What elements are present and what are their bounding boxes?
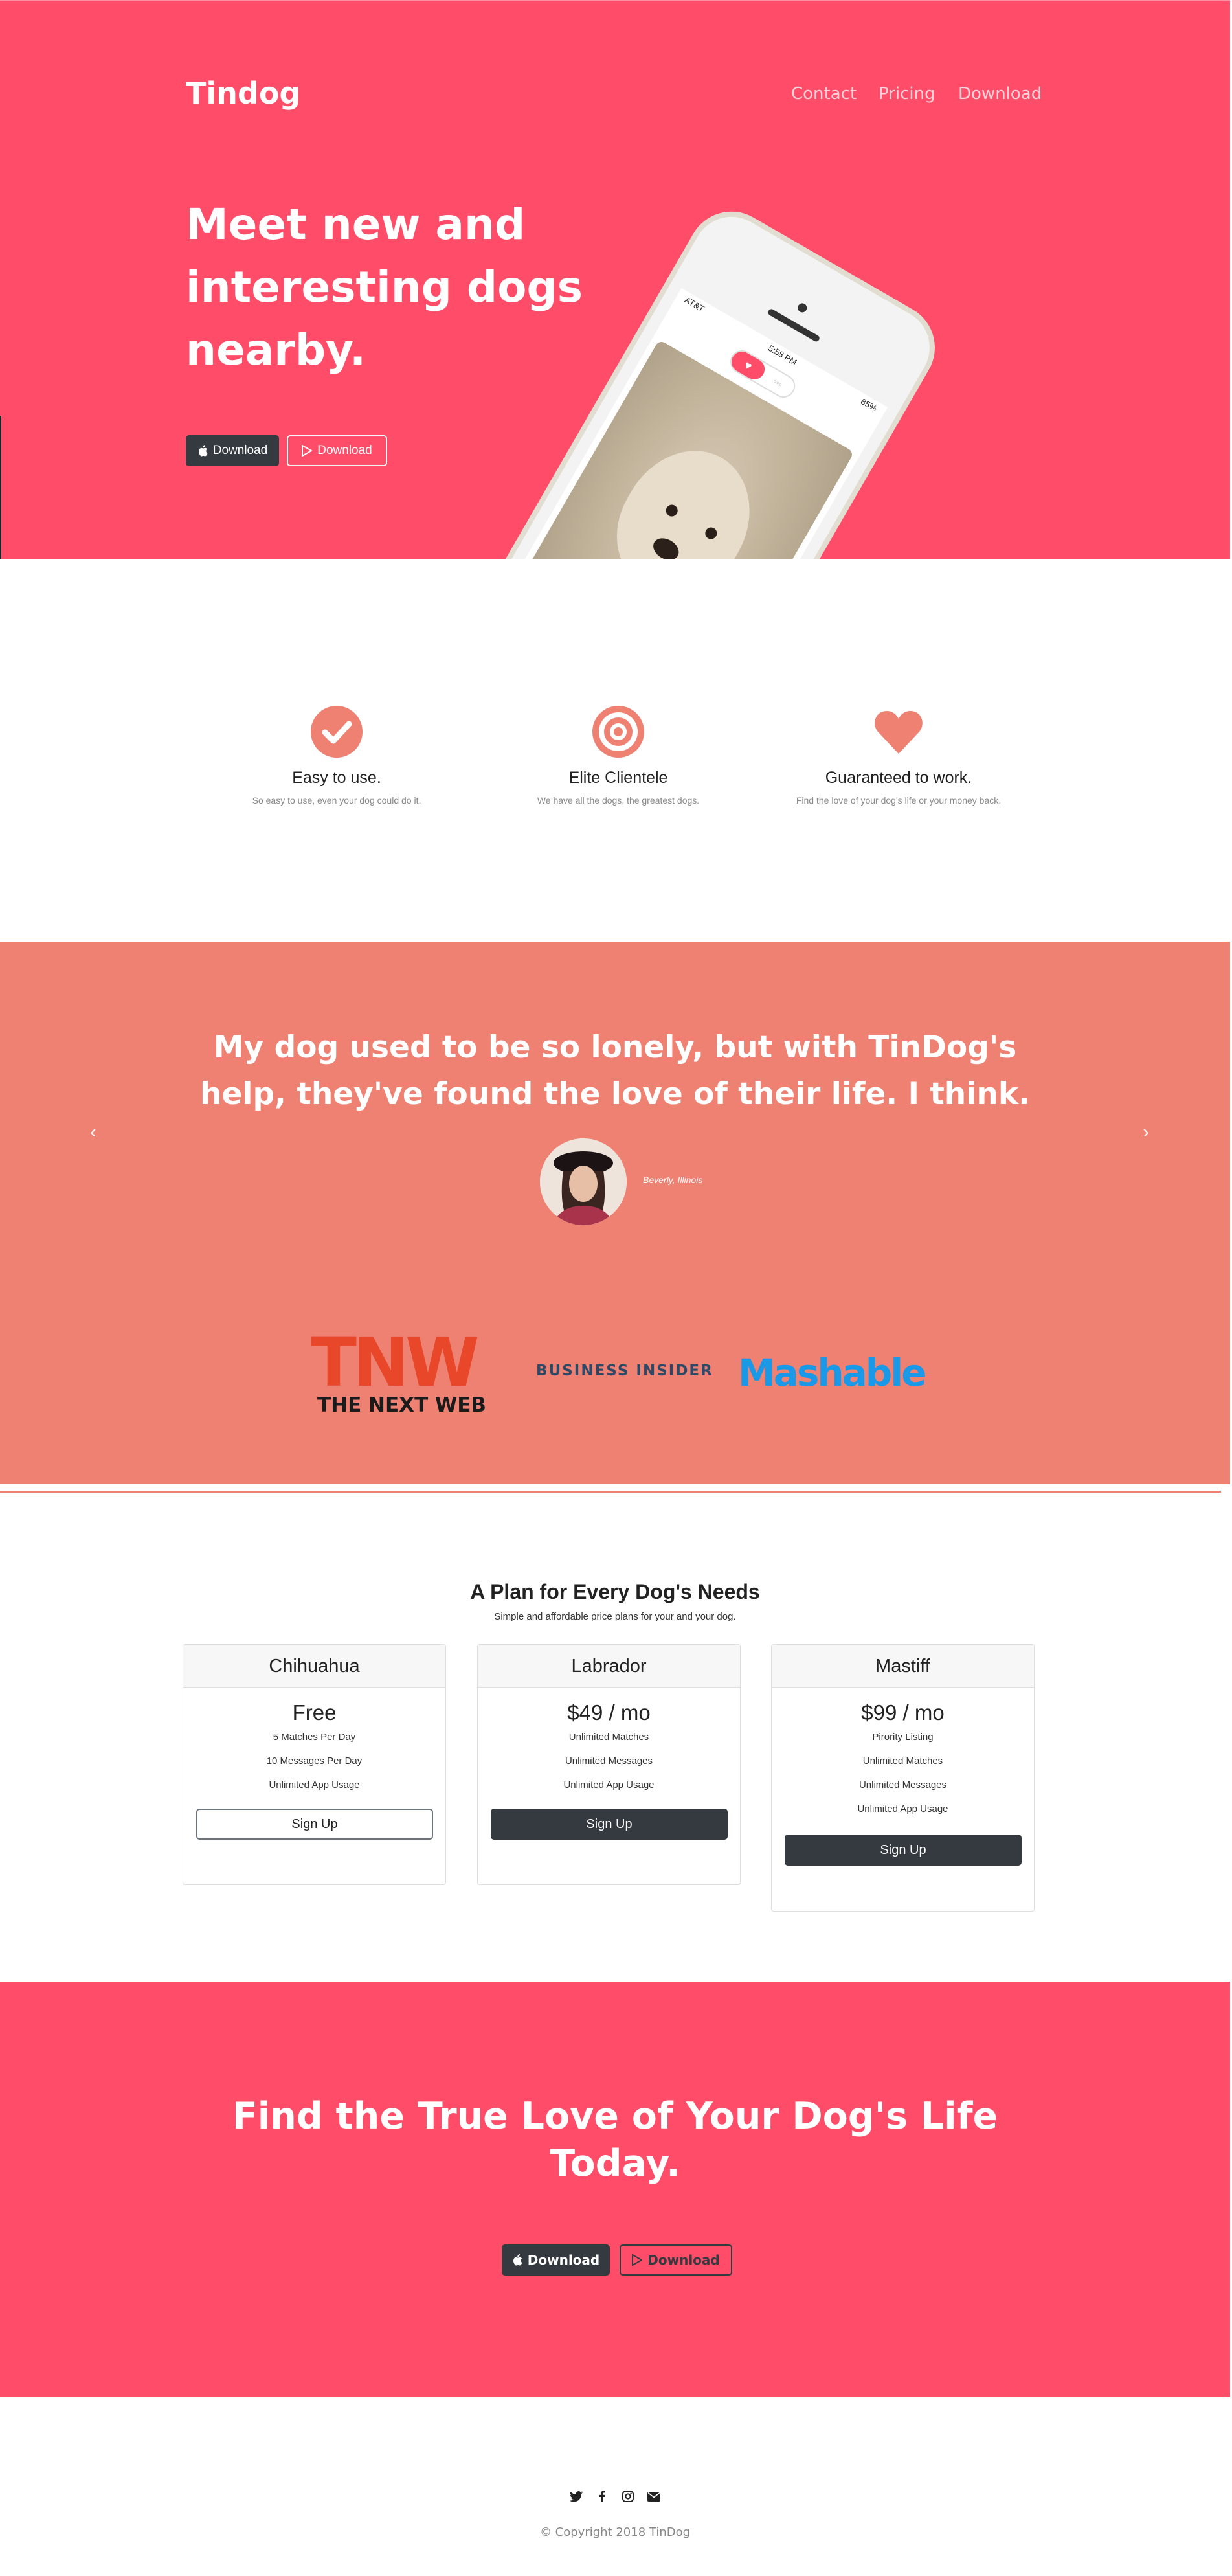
cta-apple-download-button[interactable]: Download: [502, 2244, 610, 2276]
hero-section: Tindog Contact Pricing Download Meet new…: [0, 0, 1230, 559]
heart-icon: [875, 711, 923, 754]
feature-text: We have all the dogs, the greatest dogs.: [537, 795, 700, 806]
pricing-card-mastiff: Mastiff $99 / mo Pirority Listing Unlimi…: [771, 1644, 1035, 1912]
business-insider-logo: BUSINESS INSIDER: [536, 1362, 713, 1379]
plan-feature: Unlimited App Usage: [563, 1779, 655, 1791]
apple-icon: [513, 2254, 522, 2266]
nav-link-download[interactable]: Download: [958, 84, 1042, 104]
plan-feature: 10 Messages Per Day: [266, 1756, 363, 1767]
plan-feature: Unlimited App Usage: [269, 1779, 360, 1791]
phone-speaker: [767, 308, 821, 343]
mashable-logo: Mashable: [738, 1351, 927, 1395]
feature-easy: Easy to use. So easy to use, even your d…: [207, 706, 466, 806]
apple-download-label: Download: [212, 444, 268, 457]
cta-google-play-download-button[interactable]: Download: [620, 2244, 732, 2276]
feature-elite: Elite Clientele We have all the dogs, th…: [489, 706, 748, 806]
dog-face: [594, 427, 776, 559]
copyright-text: © Copyright 2018 TinDog: [539, 2525, 691, 2539]
bullseye-icon: [592, 706, 644, 758]
apple-download-button[interactable]: Download: [186, 435, 279, 466]
plan-feature: Unlimited Messages: [858, 1779, 947, 1791]
pricing-card-labrador: Labrador $49 / mo Unlimited Matches Unli…: [477, 1644, 741, 1885]
plan-name: Chihuahua: [183, 1645, 445, 1688]
plan-price: Free: [292, 1700, 337, 1724]
cta-google-play-download-label: Download: [647, 2252, 720, 2268]
google-play-download-button[interactable]: Download: [287, 435, 387, 466]
google-play-download-label: Download: [317, 444, 372, 457]
plan-name: Labrador: [478, 1645, 740, 1688]
feature-title: Guaranteed to work.: [825, 769, 972, 787]
pricing-subtitle: Simple and affordable price plans for yo…: [494, 1611, 736, 1622]
instagram-icon[interactable]: [618, 2487, 638, 2506]
chat-icon: ◦◦◦: [770, 376, 785, 390]
google-play-icon: [632, 2254, 643, 2266]
pricing-card-chihuahua: Chihuahua Free 5 Matches Per Day 10 Mess…: [183, 1644, 446, 1885]
sign-up-button[interactable]: Sign Up: [785, 1835, 1022, 1866]
feature-text: So easy to use, even your dog could do i…: [252, 795, 421, 806]
carousel-next-icon[interactable]: ›: [1133, 1122, 1159, 1142]
hero-title: Meet new and interesting dogs nearby.: [186, 199, 583, 375]
testimonial-avatar: [540, 1138, 627, 1225]
testimonial-quote: My dog used to be so lonely, but with Ti…: [200, 1030, 1030, 1112]
sign-up-button[interactable]: Sign Up: [196, 1809, 433, 1840]
feature-title: Easy to use.: [292, 769, 381, 787]
envelope-icon[interactable]: [644, 2487, 664, 2506]
section-divider: [0, 1491, 1221, 1493]
plan-feature: Unlimited App Usage: [857, 1803, 948, 1814]
plan-feature: Pirority Listing: [872, 1732, 934, 1743]
plan-price: $99 / mo: [861, 1700, 945, 1724]
feature-text: Find the love of your dog's life or your…: [796, 795, 1002, 806]
cta-section: Find the True Love of Your Dog's Life To…: [0, 1982, 1230, 2397]
twitter-icon[interactable]: [566, 2487, 586, 2506]
testimonial-caption: Beverly, Illinois: [643, 1175, 703, 1185]
cta-apple-download-label: Download: [527, 2252, 600, 2268]
avatar-image: [540, 1138, 627, 1225]
plan-feature: Unlimited Messages: [565, 1756, 653, 1767]
tnw-wordmark: THE NEXT WEB: [317, 1394, 487, 1417]
feature-title: Elite Clientele: [568, 769, 668, 787]
sign-up-button[interactable]: Sign Up: [491, 1809, 728, 1840]
plan-feature: 5 Matches Per Day: [273, 1732, 356, 1743]
plan-price: $49 / mo: [567, 1700, 651, 1724]
phone-carrier: AT&T: [683, 295, 706, 314]
nav-link-contact[interactable]: Contact: [791, 84, 857, 104]
feature-guaranteed: Guaranteed to work. Find the love of you…: [769, 706, 1028, 806]
phone-camera: [796, 301, 809, 314]
pricing-title: A Plan for Every Dog's Needs: [470, 1580, 760, 1603]
tnw-logo: TNW THE NEXT WEB: [311, 1323, 495, 1417]
hero-edge-line: [0, 416, 1, 559]
page: Tindog Contact Pricing Download Meet new…: [0, 0, 1232, 2576]
facebook-icon[interactable]: [592, 2487, 612, 2506]
apple-icon: [198, 445, 208, 457]
check-circle-icon: [311, 706, 363, 758]
phone-battery: 85%: [859, 396, 879, 414]
tnw-mark: TNW: [311, 1323, 480, 1402]
brand-logo[interactable]: Tindog: [186, 76, 300, 111]
google-play-icon: [302, 445, 313, 457]
cta-title: Find the True Love of Your Dog's Life To…: [232, 2095, 998, 2185]
plan-feature: Unlimited Matches: [862, 1756, 943, 1767]
plan-feature: Unlimited Matches: [568, 1732, 649, 1743]
nav-link-pricing[interactable]: Pricing: [879, 84, 935, 104]
plan-name: Mastiff: [772, 1645, 1034, 1688]
testimonial-section: ‹ › My dog used to be so lonely, but wit…: [0, 942, 1230, 1484]
carousel-prev-icon[interactable]: ‹: [80, 1122, 106, 1142]
